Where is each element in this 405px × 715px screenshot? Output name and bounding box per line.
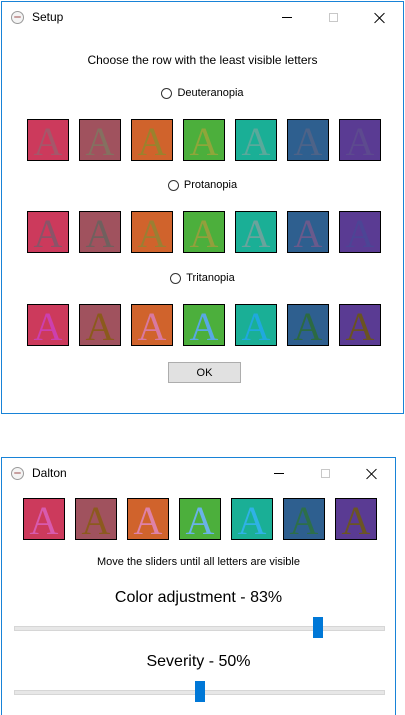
letter-swatch: A [287, 304, 329, 346]
app-icon [11, 11, 24, 24]
slider-thumb[interactable] [194, 681, 205, 702]
swatch-letter: A [241, 119, 271, 161]
swatch-letter: A [185, 498, 215, 540]
letter-swatch: A [231, 498, 273, 540]
maximize-icon [320, 469, 330, 478]
maximize-icon [328, 13, 338, 22]
swatch-letter: A [345, 119, 375, 161]
slider-thumb[interactable] [312, 617, 323, 638]
letter-swatch: A [287, 119, 329, 161]
radio-deuteranopia[interactable]: Deuteranopia [2, 87, 403, 99]
radio-tritanopia[interactable]: Tritanopia [2, 272, 403, 284]
swatch-letter: A [345, 304, 375, 346]
swatch-letter: A [189, 304, 219, 346]
radio-button-icon[interactable] [161, 87, 173, 99]
letter-swatch: A [27, 304, 69, 346]
letter-swatch: A [235, 304, 277, 346]
swatch-letter: A [85, 211, 115, 253]
setup-titlebar[interactable]: Setup [2, 2, 403, 33]
swatch-letter: A [289, 498, 319, 540]
setup-instruction: Choose the row with the least visible le… [87, 53, 318, 67]
letter-swatch: A [27, 211, 69, 253]
close-button[interactable] [356, 2, 402, 33]
letter-swatch: A [79, 119, 121, 161]
slider-track[interactable] [14, 626, 385, 631]
swatch-letter: A [137, 211, 167, 253]
close-icon [365, 468, 377, 480]
letter-swatch: A [339, 211, 381, 253]
minimize-icon [274, 473, 284, 474]
dalton-titlebar[interactable]: Dalton [2, 458, 395, 489]
letter-swatch: A [183, 211, 225, 253]
letter-swatch: A [283, 498, 325, 540]
letter-swatch: A [339, 304, 381, 346]
letter-swatch: A [131, 211, 173, 253]
letter-swatch: A [75, 498, 117, 540]
letter-swatch: A [79, 304, 121, 346]
letter-swatch: A [27, 119, 69, 161]
color-adjustment-slider[interactable] [14, 617, 385, 639]
letter-swatch: A [287, 211, 329, 253]
swatch-letter: A [33, 211, 63, 253]
swatch-letter: A [189, 119, 219, 161]
radio-button-icon[interactable] [167, 179, 179, 191]
setup-window-title: Setup [32, 10, 64, 24]
slider-hint: Move the sliders until all letters are v… [97, 556, 300, 568]
swatch-letter: A [293, 119, 323, 161]
swatch-letter: A [85, 119, 115, 161]
swatch-letter: A [345, 211, 375, 253]
close-icon [373, 12, 385, 24]
letter-swatch: A [131, 304, 173, 346]
minimize-icon [282, 17, 292, 18]
maximize-button[interactable] [310, 2, 356, 33]
minimize-button[interactable] [264, 2, 310, 33]
swatch-letter: A [341, 498, 371, 540]
letter-swatch: A [235, 119, 277, 161]
radio-protanopia[interactable]: Protanopia [2, 179, 403, 191]
letter-swatch: A [183, 119, 225, 161]
letter-swatch: A [335, 498, 377, 540]
letter-swatch: A [179, 498, 221, 540]
swatch-letter: A [85, 304, 115, 346]
letter-swatch: A [131, 119, 173, 161]
swatch-letter: A [137, 119, 167, 161]
radio-button-icon[interactable] [170, 272, 182, 284]
swatch-letter: A [237, 498, 267, 540]
letter-swatch: A [235, 211, 277, 253]
letter-swatch: A [127, 498, 169, 540]
severity-slider[interactable] [14, 681, 385, 703]
setup-window: Setup Choose the row with the least visi… [1, 1, 404, 414]
swatch-letter: A [241, 211, 271, 253]
radio-label-deuteranopia: Deuteranopia [177, 87, 244, 99]
severity-label: Severity - 50% [146, 653, 251, 670]
letter-swatch: A [23, 498, 65, 540]
swatch-letter: A [29, 498, 59, 540]
swatch-letter: A [293, 304, 323, 346]
swatch-letter: A [293, 211, 323, 253]
swatch-letter: A [137, 304, 167, 346]
swatch-letter: A [33, 119, 63, 161]
letter-swatch: A [183, 304, 225, 346]
dalton-window: Dalton AAAAAAA Move the sliders until al… [1, 457, 396, 715]
color-adjustment-label: Color adjustment - 83% [114, 589, 283, 606]
swatch-letter: A [241, 304, 271, 346]
radio-label-protanopia: Protanopia [183, 179, 238, 191]
radio-label-tritanopia: Tritanopia [186, 272, 235, 284]
app-icon [11, 467, 24, 480]
ok-button[interactable]: OK [168, 362, 241, 383]
minimize-button[interactable] [256, 458, 302, 489]
swatch-letter: A [81, 498, 111, 540]
close-button[interactable] [348, 458, 394, 489]
swatch-letter: A [33, 304, 63, 346]
swatch-letter: A [133, 498, 163, 540]
letter-swatch: A [339, 119, 381, 161]
dalton-window-title: Dalton [32, 466, 67, 480]
swatch-letter: A [189, 211, 219, 253]
letter-swatch: A [79, 211, 121, 253]
maximize-button[interactable] [302, 458, 348, 489]
